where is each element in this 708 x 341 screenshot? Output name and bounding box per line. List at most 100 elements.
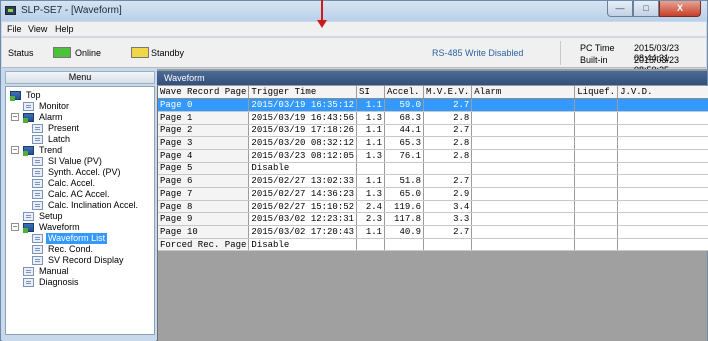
- table-cell: [574, 162, 619, 176]
- rs485-status: RS-485 Write Disabled: [432, 48, 524, 58]
- maximize-button[interactable]: □: [633, 1, 659, 17]
- table-row[interactable]: Page 9 2015/03/02 12:23:31 2.3 117.8 3.3: [158, 212, 708, 227]
- waveform-table[interactable]: Wave Record Page Trigger Time SI Accel. M.V.…: [158, 86, 708, 252]
- table-cell: [617, 124, 708, 138]
- menu-view[interactable]: View: [28, 24, 47, 34]
- waveform-table-area: Wave Record Page Trigger Time SI Accel. M.V.…: [157, 86, 708, 341]
- table-cell: 2015/03/19 16:35:12: [248, 98, 358, 112]
- table-cell: Page 8: [158, 200, 250, 214]
- table-row[interactable]: Page 6 2015/02/27 13:02:33 1.1 51.8 2.7: [158, 174, 708, 188]
- table-cell: [423, 162, 473, 176]
- table-cell: [574, 149, 619, 163]
- table-cell: 2.7: [423, 98, 473, 112]
- table-row[interactable]: Page 10 2015/03/02 17:20:43 1.1 40.9 2.7: [158, 225, 708, 239]
- table-row[interactable]: Page 3 2015/03/20 08:32:12 1.1 65.3 2.8: [158, 136, 708, 150]
- table-cell: 2.3: [356, 212, 386, 227]
- column-header[interactable]: Accel.: [384, 86, 425, 100]
- collapse-icon[interactable]: −: [11, 146, 19, 154]
- table-cell: [574, 174, 619, 188]
- column-header[interactable]: SI: [356, 86, 386, 100]
- table-cell: [574, 136, 619, 150]
- table-row[interactable]: Page 7 2015/02/27 14:36:23 1.3 65.0 2.9: [158, 187, 708, 201]
- table-cell: [384, 238, 425, 252]
- table-cell: [617, 174, 708, 188]
- main-panel: Waveform Wave Record Page Trigger Time SI A…: [157, 69, 708, 341]
- table-cell: [471, 212, 576, 227]
- table-cell: [617, 212, 708, 227]
- tree-item-label: Calc. Accel.: [48, 178, 96, 188]
- close-button[interactable]: X: [659, 1, 701, 17]
- tree-item-label: Waveform: [39, 222, 80, 232]
- table-cell: Forced Rec. Page: [158, 238, 250, 252]
- table-cell: [356, 162, 386, 176]
- minimize-button[interactable]: —: [607, 1, 633, 17]
- table-cell: 2.4: [356, 200, 386, 214]
- column-header[interactable]: Liquef.: [574, 86, 619, 100]
- tree-item-label: SI Value (PV): [48, 156, 102, 166]
- tree-item-label: Synth. Accel. (PV): [48, 167, 121, 177]
- page-icon: [32, 135, 43, 144]
- table-cell: Disable: [248, 162, 358, 176]
- table-cell: [356, 238, 386, 252]
- tree-item-label: Manual: [39, 266, 69, 276]
- column-header[interactable]: Wave Record Page: [158, 86, 250, 100]
- column-header[interactable]: Alarm: [471, 86, 576, 100]
- tree-item-label: Alarm: [39, 112, 63, 122]
- table-cell: 2015/03/19 17:18:26: [248, 124, 358, 138]
- table-row[interactable]: Page 1 2015/03/19 16:43:56 1.3 68.3 2.8: [158, 111, 708, 125]
- table-cell: 1.1: [356, 174, 386, 188]
- collapse-icon[interactable]: −: [11, 223, 19, 231]
- panel-title: Waveform: [157, 71, 707, 85]
- standby-indicator-icon: [131, 47, 149, 58]
- folder-icon: [23, 146, 34, 156]
- table-cell: [471, 174, 576, 188]
- table-row[interactable]: Page 5 Disable: [158, 162, 708, 176]
- table-cell: [574, 124, 619, 138]
- table-cell: [471, 124, 576, 138]
- table-row[interactable]: Page 0 2015/03/19 16:35:12 1.1 59.0 2.7: [158, 98, 708, 112]
- table-row[interactable]: Page 4 2015/03/23 08:12:05 1.3 76.1 2.8: [158, 149, 708, 163]
- tree-item-label: Diagnosis: [39, 277, 79, 287]
- collapse-icon[interactable]: −: [11, 113, 19, 121]
- table-cell: [574, 200, 619, 214]
- column-header[interactable]: M.V.E.V.: [423, 86, 473, 100]
- table-cell: Disable: [248, 238, 358, 252]
- menu-help[interactable]: Help: [55, 24, 74, 34]
- table-row[interactable]: Page 2 2015/03/19 17:18:26 1.1 44.1 2.7: [158, 124, 708, 138]
- page-icon: [32, 190, 43, 199]
- tree-item-label: Waveform List: [46, 233, 108, 244]
- table-cell: 2015/03/02 12:23:31: [248, 212, 358, 227]
- menu-file[interactable]: File: [7, 24, 22, 34]
- menu-tree[interactable]: Top Monitor Alarm − Present Latch Trend − SI Val…: [5, 86, 155, 335]
- title-bar[interactable]: SLP-SE7 - [Waveform] — □ X: [1, 1, 707, 21]
- table-cell: [617, 162, 708, 176]
- window-controls: — □ X: [607, 1, 701, 18]
- table-row[interactable]: Forced Rec. Page Disable: [158, 238, 708, 252]
- tree-item-label: Calc. Inclination Accel.: [48, 200, 139, 210]
- column-header[interactable]: Trigger Time: [248, 86, 358, 100]
- table-cell: Page 5: [158, 162, 250, 176]
- column-header[interactable]: J.V.D.: [617, 86, 708, 100]
- table-cell: Page 10: [158, 225, 250, 239]
- arrow-head: [317, 20, 327, 28]
- online-status: Online: [75, 48, 102, 58]
- table-cell: 1.1: [356, 124, 386, 138]
- status-label: Status: [8, 48, 34, 58]
- table-cell: Page 6: [158, 174, 250, 188]
- table-row[interactable]: Page 8 2015/02/27 15:10:52 2.4 119.6 3.4: [158, 200, 708, 214]
- table-cell: [617, 111, 708, 125]
- table-cell: [471, 238, 576, 252]
- page-icon: [32, 168, 43, 177]
- table-cell: 2.9: [423, 187, 473, 201]
- folder-icon: [23, 223, 34, 233]
- table-cell: 1.1: [356, 136, 386, 150]
- table-cell: Page 4: [158, 149, 250, 163]
- table-cell: 40.9: [384, 225, 425, 239]
- table-cell: 2.7: [423, 174, 473, 188]
- tree-item-label: Rec. Cond.: [48, 244, 94, 254]
- sidebar-header: Menu: [5, 71, 155, 84]
- table-cell: 59.0: [384, 98, 425, 112]
- pc-time-label: PC Time: [580, 43, 615, 53]
- folder-icon: [10, 91, 21, 101]
- table-cell: [471, 111, 576, 125]
